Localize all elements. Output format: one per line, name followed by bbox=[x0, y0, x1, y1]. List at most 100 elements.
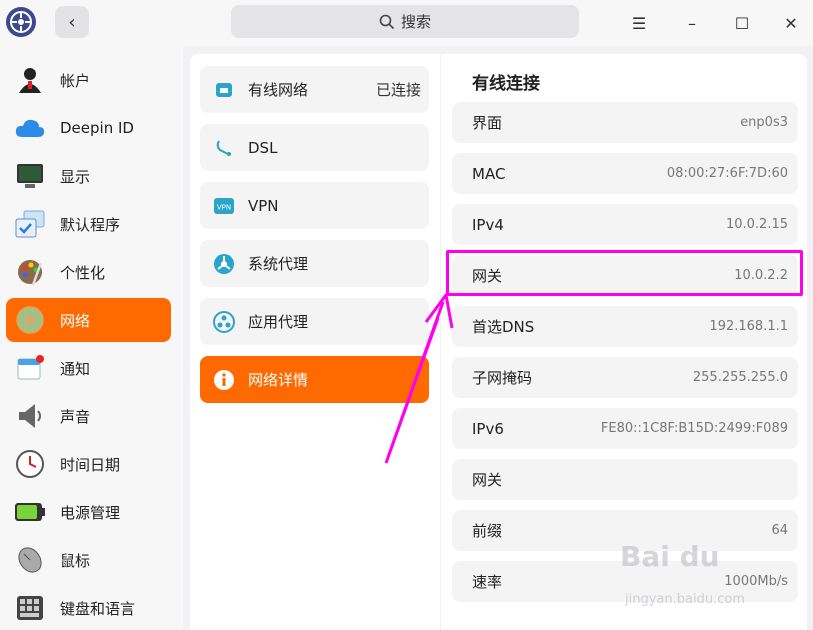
network-item-label: DSL bbox=[248, 138, 278, 157]
detail-value: 1000Mb/s bbox=[724, 574, 788, 589]
detail-label: 子网掩码 bbox=[472, 369, 533, 387]
detail-row-mac: MAC 08:00:27:6F:7D:60 bbox=[452, 153, 798, 194]
connection-status: 已连接 bbox=[375, 81, 421, 99]
detail-row-gateway: 网关 10.0.2.2 bbox=[452, 255, 798, 296]
sidebar-item-sound[interactable]: 声音 bbox=[6, 394, 171, 438]
network-item-app-proxy[interactable]: 应用代理 bbox=[200, 298, 429, 345]
sidebar-item-display[interactable]: 显示 bbox=[6, 154, 171, 198]
network-item-wired[interactable]: 有线网络 已连接 bbox=[200, 66, 429, 113]
detail-label: IPv4 bbox=[472, 215, 504, 234]
mouse-icon bbox=[14, 544, 46, 576]
detail-label: 速率 bbox=[472, 573, 503, 591]
sidebar-item-label: 鼠标 bbox=[60, 551, 91, 570]
detail-value: 08:00:27:6F:7D:60 bbox=[666, 166, 788, 181]
speaker-icon bbox=[14, 400, 46, 432]
info-icon bbox=[212, 368, 236, 392]
detail-value: 64 bbox=[771, 523, 788, 538]
close-icon: ✕ bbox=[784, 13, 798, 33]
sidebar-item-notification[interactable]: 通知 bbox=[6, 346, 171, 390]
network-item-details[interactable]: 网络详情 bbox=[200, 356, 429, 403]
menu-icon: ☰ bbox=[631, 13, 647, 33]
detail-value: 10.0.2.2 bbox=[734, 268, 788, 283]
watermark-url: jingyan.baidu.com bbox=[625, 592, 745, 607]
menu-button[interactable]: ☰ bbox=[626, 10, 652, 36]
sidebar-item-label: 时间日期 bbox=[60, 455, 121, 474]
sidebar-item-personalization[interactable]: 个性化 bbox=[6, 250, 171, 294]
title-bar: ‹ 搜索 ☰ – ☐ ✕ bbox=[0, 0, 813, 46]
battery-icon bbox=[14, 496, 46, 528]
detail-row-ipv4: IPv4 10.0.2.15 bbox=[452, 204, 798, 245]
sidebar-item-label: 显示 bbox=[60, 167, 91, 186]
default-apps-icon bbox=[14, 208, 46, 240]
cloud-icon bbox=[14, 112, 46, 144]
sidebar-item-label: 通知 bbox=[60, 359, 91, 378]
sidebar-item-deepin-id[interactable]: Deepin ID bbox=[6, 106, 171, 150]
sidebar-item-label: 声音 bbox=[60, 407, 91, 426]
close-button[interactable]: ✕ bbox=[778, 10, 804, 36]
detail-row-ipv6-gateway: 网关 bbox=[452, 459, 798, 500]
network-item-label: 有线网络 bbox=[248, 81, 309, 99]
detail-row-interface: 界面 enp0s3 bbox=[452, 102, 798, 143]
dsl-icon bbox=[212, 136, 236, 160]
search-placeholder: 搜索 bbox=[400, 13, 431, 31]
detail-label: 网关 bbox=[472, 267, 503, 285]
sidebar-item-keyboard[interactable]: 键盘和语言 bbox=[6, 586, 171, 630]
sidebar-item-label: 键盘和语言 bbox=[60, 599, 136, 618]
sidebar-item-mouse[interactable]: 鼠标 bbox=[6, 538, 171, 582]
sidebar-item-power[interactable]: 电源管理 bbox=[6, 490, 171, 534]
detail-value: 10.0.2.15 bbox=[725, 217, 788, 232]
detail-label: 前缀 bbox=[472, 522, 503, 540]
sidebar: 帐户 Deepin ID 显示 默认程序 个性化 网络 通知 声音 时间日期 电… bbox=[0, 46, 183, 630]
app-proxy-icon bbox=[212, 310, 236, 334]
search-icon bbox=[379, 14, 395, 29]
network-item-dsl[interactable]: DSL bbox=[200, 124, 429, 171]
network-menu-panel: 有线网络 已连接 DSL VPN VPN 系统代理 应用代理 网络详情 bbox=[190, 54, 440, 630]
minimize-button[interactable]: – bbox=[679, 10, 705, 36]
minimize-icon: – bbox=[688, 13, 696, 33]
network-globe-icon bbox=[14, 304, 46, 336]
account-icon bbox=[14, 64, 46, 96]
detail-value: enp0s3 bbox=[740, 115, 788, 130]
detail-label: 首选DNS bbox=[472, 318, 535, 336]
watermark-logo: Bai du bbox=[620, 540, 720, 573]
notification-icon bbox=[14, 352, 46, 384]
detail-label: 界面 bbox=[472, 114, 503, 132]
sidebar-item-label: 电源管理 bbox=[60, 503, 121, 522]
sidebar-item-label: 网络 bbox=[60, 311, 91, 330]
display-icon bbox=[14, 160, 46, 192]
network-item-system-proxy[interactable]: 系统代理 bbox=[200, 240, 429, 287]
sidebar-item-network[interactable]: 网络 bbox=[6, 298, 171, 342]
sidebar-item-account[interactable]: 帐户 bbox=[6, 58, 171, 102]
sidebar-item-label: 帐户 bbox=[60, 71, 91, 90]
search-box[interactable]: 搜索 bbox=[231, 5, 579, 38]
detail-value: 255.255.255.0 bbox=[692, 370, 788, 385]
detail-value: FE80::1C8F:B15D:2499:F089 bbox=[600, 421, 788, 436]
detail-row-netmask: 子网掩码 255.255.255.0 bbox=[452, 357, 798, 398]
system-proxy-icon bbox=[212, 252, 236, 276]
svg-text:VPN: VPN bbox=[217, 203, 231, 211]
sidebar-item-label: 默认程序 bbox=[60, 215, 121, 234]
network-item-label: 应用代理 bbox=[248, 313, 309, 331]
app-logo-icon bbox=[6, 7, 36, 37]
sidebar-item-default-apps[interactable]: 默认程序 bbox=[6, 202, 171, 246]
chevron-left-icon: ‹ bbox=[68, 11, 76, 33]
detail-label: MAC bbox=[472, 164, 506, 183]
back-button[interactable]: ‹ bbox=[55, 6, 89, 38]
sidebar-item-datetime[interactable]: 时间日期 bbox=[6, 442, 171, 486]
palette-icon bbox=[14, 256, 46, 288]
detail-label: 网关 bbox=[472, 471, 503, 489]
network-item-label: 系统代理 bbox=[248, 255, 309, 273]
detail-row-ipv6: IPv6 FE80::1C8F:B15D:2499:F089 bbox=[452, 408, 798, 449]
maximize-icon: ☐ bbox=[734, 13, 750, 33]
wired-icon bbox=[212, 78, 236, 102]
network-item-label: VPN bbox=[248, 196, 279, 215]
keyboard-icon bbox=[14, 592, 46, 624]
detail-row-dns: 首选DNS 192.168.1.1 bbox=[452, 306, 798, 347]
sidebar-item-label: 个性化 bbox=[60, 263, 106, 282]
vpn-icon: VPN bbox=[212, 194, 236, 218]
network-item-vpn[interactable]: VPN VPN bbox=[200, 182, 429, 229]
detail-value: 192.168.1.1 bbox=[709, 319, 788, 334]
details-title: 有线连接 bbox=[472, 74, 540, 94]
maximize-button[interactable]: ☐ bbox=[729, 10, 755, 36]
detail-label: IPv6 bbox=[472, 419, 504, 438]
